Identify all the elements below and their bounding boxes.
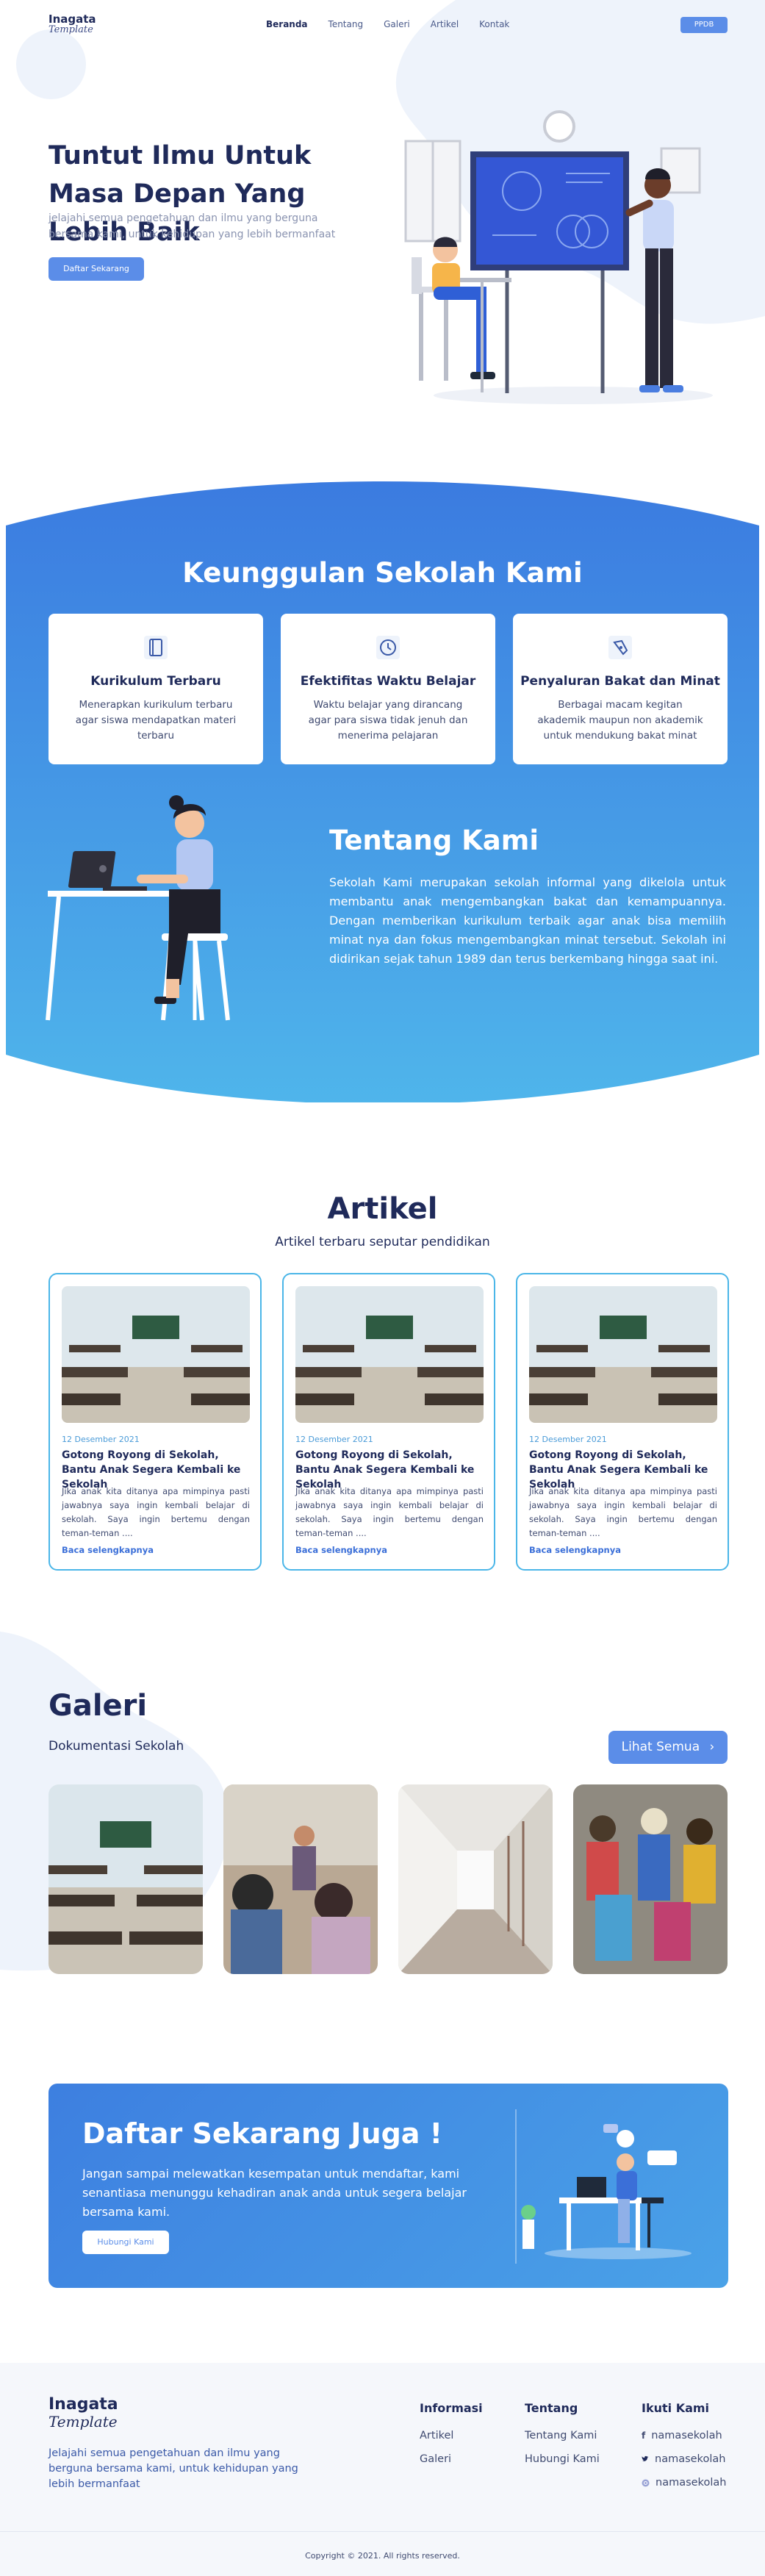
read-more-link[interactable]: Baca selengkapnya <box>295 1545 387 1555</box>
footer-column-title: Informasi <box>420 2401 483 2415</box>
student-laptop-illustration <box>46 795 230 1021</box>
twitter-icon <box>642 2455 649 2461</box>
logo-name: Inagata <box>49 12 96 26</box>
social-handle: namasekolah <box>656 2477 727 2489</box>
footer-column-title: Tentang <box>525 2401 578 2415</box>
footer: Inagata Template Jelajahi semua pengetah… <box>0 2363 765 2576</box>
social-link-instagram[interactable]: namasekolah <box>642 2477 726 2489</box>
about-description: Sekolah Kami merupakan sekolah informal … <box>329 875 726 966</box>
article-excerpt: Jika anak kita ditanya apa mimpinya past… <box>62 1486 250 1538</box>
nav-item-artikel[interactable]: Artikel <box>431 19 459 29</box>
article-excerpt: Jika anak kita ditanya apa mimpinya past… <box>295 1486 484 1538</box>
footer-column-tentang: Tentang Tentang Kami Hubungi Kami <box>525 2401 600 2477</box>
footer-logo-name: Inagata <box>49 2395 118 2414</box>
gallery-image[interactable] <box>573 1784 728 1974</box>
gallery-image[interactable] <box>398 1784 553 1974</box>
footer-link-tentang-kami[interactable]: Tentang Kami <box>525 2430 600 2442</box>
ppdb-button[interactable]: PPDB <box>680 17 728 33</box>
feature-title: Efektifitas Waktu Belajar <box>300 674 476 689</box>
feature-description: Berbagai macam kegitan akademik maupun n… <box>537 699 703 742</box>
article-image <box>529 1286 717 1423</box>
read-more-link[interactable]: Baca selengkapnya <box>62 1545 154 1555</box>
footer-logo[interactable]: Inagata Template <box>49 2395 118 2431</box>
footer-column-informasi: Informasi Artikel Galeri <box>420 2401 483 2477</box>
footer-column-ikuti-kami: Ikuti Kami f namasekolah namasekolah nam… <box>642 2401 726 2500</box>
instagram-icon <box>642 2479 650 2486</box>
cta-title: Daftar Sekarang Juga ! <box>82 2117 443 2150</box>
feature-description: Menerapkan kurikulum terbaru agar siswa … <box>75 699 237 742</box>
pen-icon <box>608 636 632 659</box>
classroom-illustration <box>404 110 713 404</box>
social-handle: namasekolah <box>651 2430 722 2442</box>
cta-banner: Daftar Sekarang Juga ! Jangan sampai mel… <box>49 2084 728 2288</box>
article-image <box>62 1286 250 1423</box>
feature-description: Waktu belajar yang dirancang agar para s… <box>308 699 468 742</box>
cta-description: Jangan sampai melewatkan kesempatan untu… <box>82 2167 467 2219</box>
article-excerpt: Jika anak kita ditanya apa mimpinya past… <box>529 1486 717 1538</box>
articles-subtitle: Artikel terbaru seputar pendidikan <box>275 1235 490 1249</box>
feature-card: Efektifitas Waktu Belajar Waktu belajar … <box>281 614 495 764</box>
book-icon <box>144 636 168 659</box>
gallery-title: Galeri <box>49 1689 148 1723</box>
read-more-link[interactable]: Baca selengkapnya <box>529 1545 621 1555</box>
social-handle: namasekolah <box>655 2453 726 2465</box>
social-link-twitter[interactable]: namasekolah <box>642 2453 726 2465</box>
feature-card: Kurikulum Terbaru Menerapkan kurikulum t… <box>49 614 263 764</box>
gallery-subtitle: Dokumentasi Sekolah <box>49 1739 184 1754</box>
see-all-label: Lihat Semua <box>621 1740 700 1754</box>
nav-item-tentang[interactable]: Tentang <box>328 19 364 29</box>
contact-us-button[interactable]: Hubungi Kami <box>82 2231 169 2254</box>
chevron-right-icon: › <box>709 1740 715 1754</box>
footer-column-title: Ikuti Kami <box>642 2401 710 2415</box>
features-title: Keunggulan Sekolah Kami <box>182 557 583 589</box>
social-link-facebook[interactable]: f namasekolah <box>642 2430 726 2442</box>
facebook-icon: f <box>642 2430 646 2441</box>
hero-subtitle: jelajahi semua pengetahuan dan ilmu yang… <box>49 212 336 240</box>
article-date: 12 Desember 2021 <box>62 1435 140 1444</box>
register-now-button[interactable]: Daftar Sekarang <box>49 257 144 281</box>
articles-title: Artikel <box>327 1192 438 1226</box>
article-card[interactable]: 12 Desember 2021 Gotong Royong di Sekola… <box>282 1273 495 1571</box>
article-card[interactable]: 12 Desember 2021 Gotong Royong di Sekola… <box>516 1273 729 1571</box>
footer-link-hubungi-kami[interactable]: Hubungi Kami <box>525 2453 600 2465</box>
logo[interactable]: Inagata Template <box>49 13 96 35</box>
footer-link-galeri[interactable]: Galeri <box>420 2453 483 2465</box>
see-all-button[interactable]: Lihat Semua › <box>608 1731 728 1764</box>
navbar: Inagata Template Beranda Tentang Galeri … <box>0 0 765 51</box>
article-card[interactable]: 12 Desember 2021 Gotong Royong di Sekola… <box>49 1273 262 1571</box>
logo-subtitle: Template <box>49 24 93 35</box>
footer-description: Jelajahi semua pengetahuan dan ilmu yang… <box>49 2447 298 2490</box>
nav-item-galeri[interactable]: Galeri <box>384 19 410 29</box>
article-date: 12 Desember 2021 <box>295 1435 373 1444</box>
clock-icon <box>376 636 400 659</box>
feature-card: Penyaluran Bakat dan Minat Berbagai maca… <box>513 614 728 764</box>
copyright-text: Copyright © 2021. All rights reserved. <box>305 2551 460 2561</box>
feature-title: Penyaluran Bakat dan Minat <box>520 674 720 689</box>
footer-logo-subtitle: Template <box>49 2413 118 2430</box>
nav-item-kontak[interactable]: Kontak <box>479 19 509 29</box>
article-image <box>295 1286 484 1423</box>
about-title: Tentang Kami <box>329 825 539 856</box>
gallery-image[interactable] <box>49 1784 203 1974</box>
feature-title: Kurikulum Terbaru <box>90 674 221 689</box>
gallery-image[interactable] <box>223 1784 378 1974</box>
nav-menu: Beranda Tentang Galeri Artikel Kontak <box>266 19 509 29</box>
footer-divider <box>0 2531 765 2532</box>
teacher-desk-illustration <box>515 2109 692 2264</box>
nav-item-beranda[interactable]: Beranda <box>266 19 308 29</box>
article-date: 12 Desember 2021 <box>529 1435 607 1444</box>
footer-link-artikel[interactable]: Artikel <box>420 2430 483 2442</box>
